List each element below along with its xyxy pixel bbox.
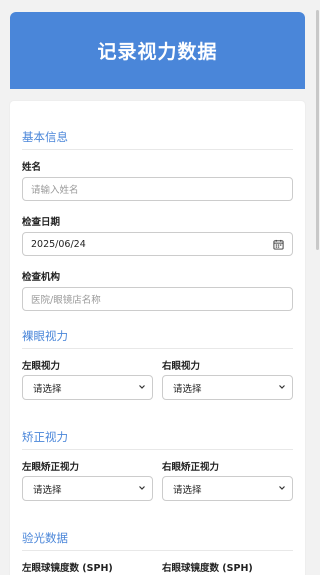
scrollbar[interactable] [316, 10, 319, 250]
page-title: 记录视力数据 [97, 41, 218, 63]
date-label: 检查日期 [22, 217, 61, 228]
chevron-down-icon [279, 486, 285, 490]
right-naked-label: 右眼视力 [162, 361, 201, 372]
institution-input[interactable]: 医院/眼镜店名称 [22, 287, 293, 311]
section-divider [22, 348, 293, 349]
left-corrected-value: 请选择 [33, 484, 62, 496]
right-sph-label: 右眼球镜度数 (SPH) [162, 563, 253, 574]
left-corrected-label: 左眼矫正视力 [22, 462, 80, 473]
left-sph-label: 左眼球镜度数 (SPH) [22, 563, 113, 574]
left-naked-value: 请选择 [33, 383, 62, 395]
date-value: 2025/06/24 [31, 238, 86, 250]
right-naked-value: 请选择 [173, 383, 202, 395]
right-corrected-label: 右眼矫正视力 [162, 462, 220, 473]
name-label: 姓名 [22, 162, 42, 173]
right-naked-select[interactable]: 请选择 [162, 375, 293, 400]
section-title-optometry: 验光数据 [22, 531, 68, 545]
section-title-basic: 基本信息 [22, 130, 68, 144]
left-naked-select[interactable]: 请选择 [22, 375, 153, 400]
page-header: 记录视力数据 [10, 12, 305, 89]
institution-placeholder: 医院/眼镜店名称 [31, 295, 101, 306]
section-divider [22, 149, 293, 150]
date-input[interactable]: 2025/06/24 [22, 232, 293, 256]
section-title-naked: 裸眼视力 [22, 329, 68, 343]
calendar-icon[interactable] [273, 239, 284, 250]
right-corrected-value: 请选择 [173, 484, 202, 496]
section-divider [22, 449, 293, 450]
name-placeholder: 请输入姓名 [31, 185, 79, 196]
name-input[interactable]: 请输入姓名 [22, 177, 293, 201]
chevron-down-icon [279, 385, 285, 389]
section-divider [22, 550, 293, 551]
institution-label: 检查机构 [22, 272, 61, 283]
chevron-down-icon [139, 385, 145, 389]
section-title-corrected: 矫正视力 [22, 430, 68, 444]
left-corrected-select[interactable]: 请选择 [22, 476, 153, 501]
form-card: 基本信息 姓名 请输入姓名 检查日期 2025/06/24 检查机构 医院/眼镜… [10, 101, 305, 575]
left-naked-label: 左眼视力 [22, 361, 61, 372]
chevron-down-icon [139, 486, 145, 490]
right-corrected-select[interactable]: 请选择 [162, 476, 293, 501]
